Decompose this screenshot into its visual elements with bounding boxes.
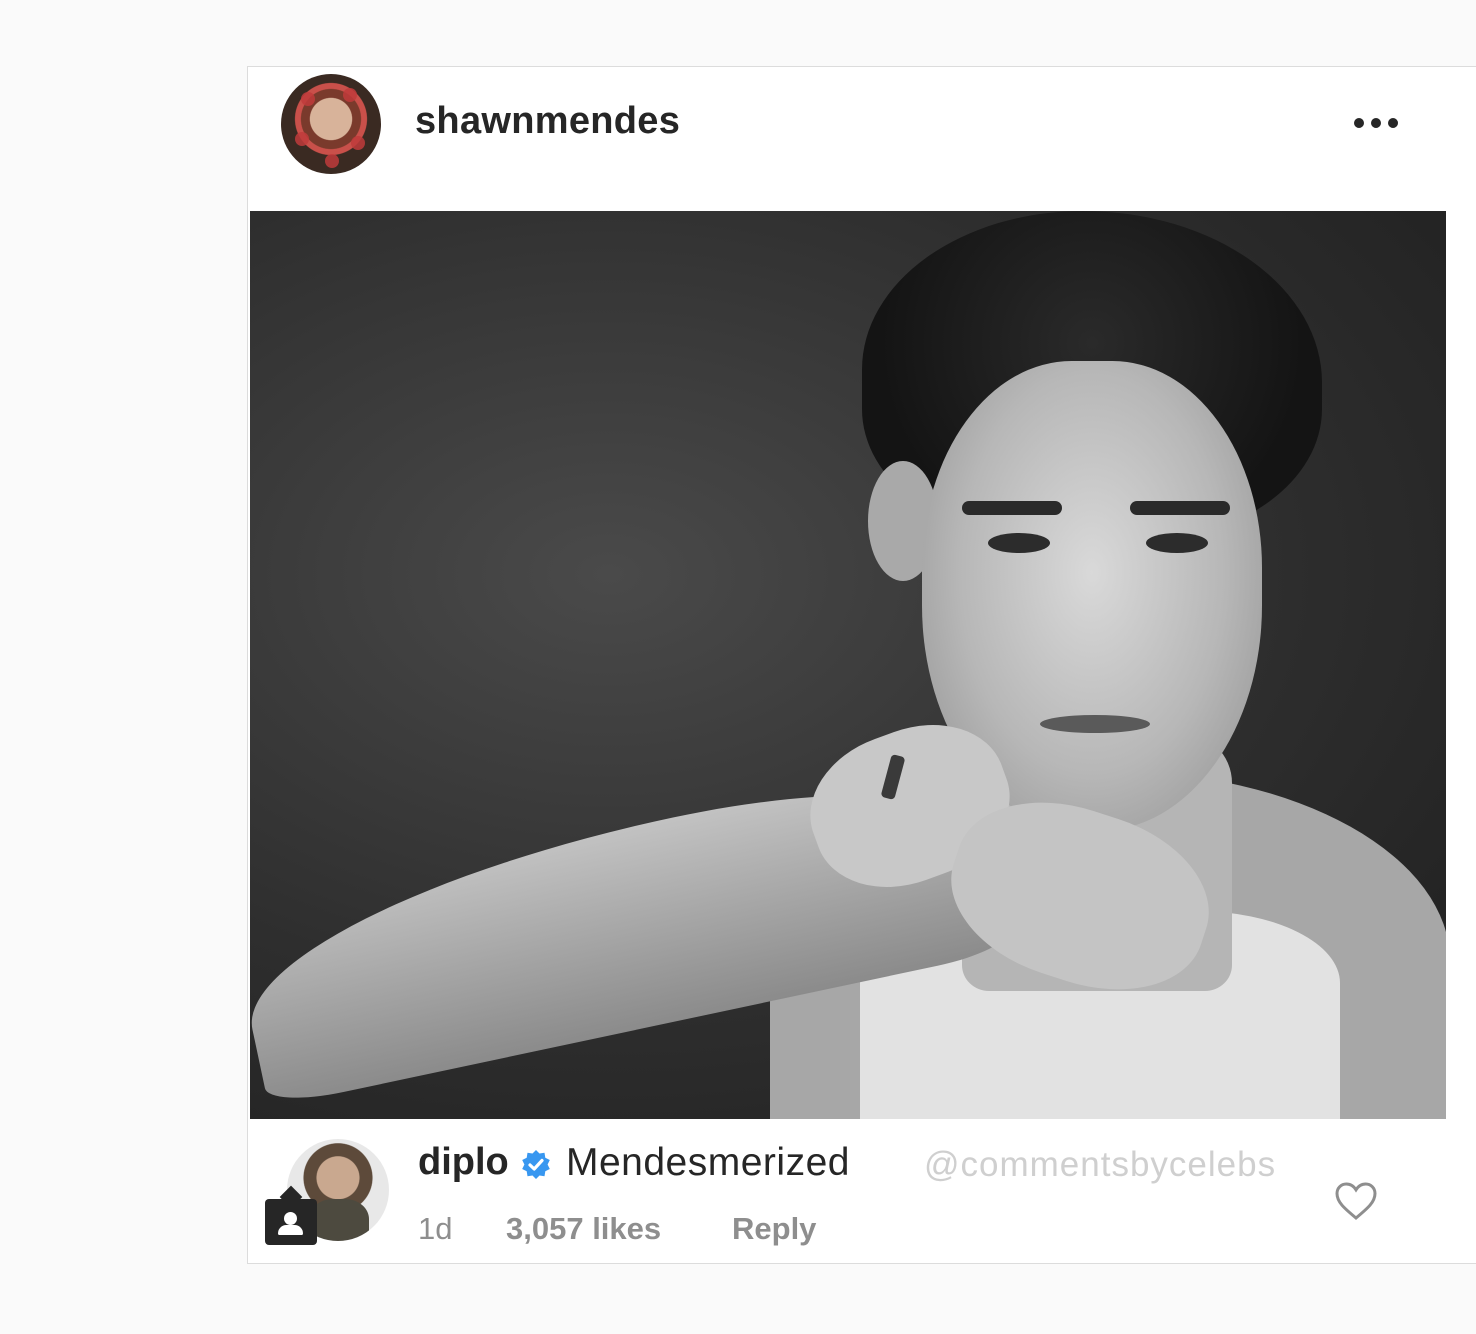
reply-button[interactable]: Reply — [732, 1211, 816, 1247]
tagged-user-icon[interactable] — [265, 1199, 317, 1245]
post-header: shawnmendes — [248, 67, 1476, 209]
post-photo[interactable] — [250, 211, 1446, 1119]
post-author-username[interactable]: shawnmendes — [415, 100, 680, 143]
heart-icon[interactable] — [1334, 1181, 1378, 1221]
more-dot — [1354, 118, 1364, 128]
comment-time: 1d — [418, 1211, 453, 1246]
verified-badge-icon — [522, 1150, 550, 1179]
more-dot — [1371, 118, 1381, 128]
commenter-username[interactable]: diplo — [418, 1141, 509, 1184]
more-dot — [1388, 118, 1398, 128]
watermark: @commentsbycelebs — [924, 1145, 1277, 1184]
comment-likes[interactable]: 3,057 likes — [506, 1211, 661, 1247]
post-author-avatar[interactable] — [281, 74, 381, 174]
comment-text: Mendesmerized — [566, 1141, 850, 1184]
more-options-icon[interactable] — [1354, 115, 1398, 131]
comment-row: diplo Mendesmerized @commentsbycelebs 1d… — [248, 1121, 1476, 1265]
post-card: shawnmendes diplo Mendesmerized @comment… — [247, 66, 1476, 1264]
